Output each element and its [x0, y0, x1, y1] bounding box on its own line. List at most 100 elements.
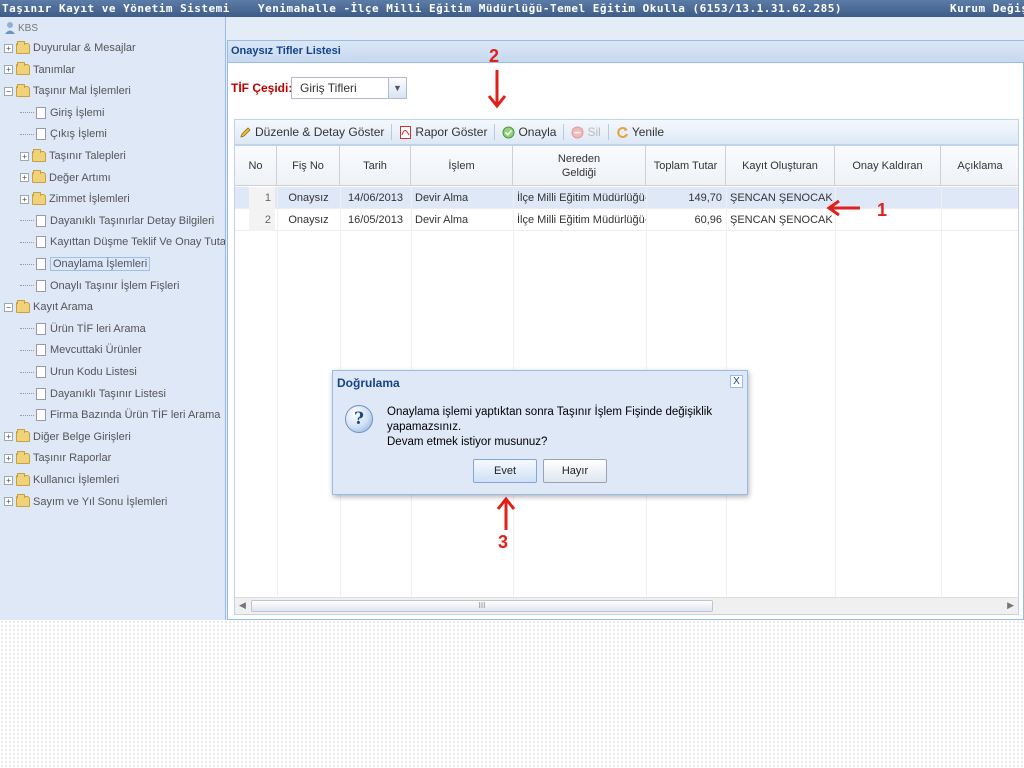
column-header[interactable]: Fiş No	[277, 146, 340, 186]
column-header[interactable]: No	[235, 146, 277, 186]
column-header[interactable]: Açıklama	[941, 146, 1018, 186]
no-button[interactable]: Hayır	[543, 459, 607, 483]
column-divider	[835, 186, 836, 598]
dialog-message-line1: Onaylama işlemi yaptıktan sonra Taşınır …	[387, 406, 713, 433]
institution-title: Yenimahalle -İlçe Milli Eğitim Müdürlüğü…	[258, 2, 843, 15]
sidebar-item[interactable]: Urun Kodu Listesi	[20, 362, 137, 382]
tree-line	[20, 220, 34, 222]
expand-icon[interactable]: +	[20, 194, 29, 204]
sidebar-item-label: Taşınır Raporlar	[33, 452, 112, 465]
expand-icon[interactable]: +	[20, 173, 29, 183]
scroll-thumb[interactable]: III	[251, 600, 713, 612]
sidebar-item[interactable]: Giriş İşlemi	[20, 103, 104, 123]
scroll-right-icon[interactable]: ▶	[1007, 600, 1014, 611]
document-icon	[36, 366, 46, 378]
sidebar-item[interactable]: + Sayım ve Yıl Sonu İşlemleri	[4, 492, 167, 512]
scroll-left-icon[interactable]: ◀	[239, 600, 246, 611]
refresh-label: Yenile	[631, 125, 665, 139]
table-cell-aciklama	[941, 209, 1018, 231]
sidebar-item[interactable]: Dayanıklı Taşınırlar Detay Bilgileri	[20, 211, 214, 231]
check-circle-icon	[502, 126, 515, 138]
folder-icon	[16, 472, 30, 486]
document-icon	[36, 214, 46, 227]
report-button[interactable]: Rapor Göster	[395, 121, 491, 143]
expand-icon[interactable]: +	[4, 432, 13, 442]
sidebar-item[interactable]: − Taşınır Mal İşlemleri	[4, 81, 131, 101]
sidebar-item[interactable]: Çıkış İşlemi	[20, 124, 107, 144]
sidebar-item[interactable]: Dayanıklı Taşınır Listesi	[20, 384, 166, 404]
refresh-button[interactable]: Yenile	[612, 121, 668, 143]
document-icon	[36, 236, 46, 249]
sidebar-item[interactable]: + Duyurular & Mesajlar	[4, 38, 136, 58]
close-icon[interactable]: X	[730, 375, 743, 388]
sidebar-item-label: Taşınır Mal İşlemleri	[33, 85, 131, 98]
expand-icon[interactable]: +	[20, 151, 29, 161]
sidebar-item-label: Sayım ve Yıl Sonu İşlemleri	[33, 495, 168, 508]
sidebar-item[interactable]: Ürün TİF leri Arama	[20, 319, 146, 339]
document-icon	[36, 322, 46, 335]
tif-type-select[interactable]: Giriş Tifleri ▼	[291, 77, 407, 99]
sidebar-item[interactable]: Onaylama İşlemleri	[20, 254, 151, 274]
sidebar-item-label: Onaylı Taşınır İşlem Fişleri	[50, 279, 180, 292]
document-icon	[36, 387, 46, 400]
table-cell-nereden: İlçe Milli Eğitim Müdürlüğü-	[517, 214, 646, 226]
folder-icon	[16, 299, 30, 313]
edit-detail-button[interactable]: Düzenle & Detay Göster	[235, 121, 388, 143]
table-cell-tarih: 16/05/2013	[347, 214, 404, 226]
confirmation-dialog: Doğrulama X ? Onaylama işlemi yaptıktan …	[332, 370, 748, 495]
collapse-icon[interactable]: −	[4, 302, 13, 312]
sidebar-item[interactable]: Kayıttan Düşme Teklif Ve Onay Tutanağı	[20, 232, 225, 252]
toolbar-separator	[494, 124, 496, 140]
approve-button[interactable]: Onayla	[498, 121, 560, 143]
sidebar-item[interactable]: + Değer Artımı	[20, 168, 111, 188]
change-institution-link[interactable]: Kurum Değişt	[950, 2, 1024, 15]
chevron-down-icon[interactable]: ▼	[388, 78, 406, 98]
sidebar-item[interactable]: + Taşınır Talepleri	[20, 146, 126, 166]
empty-slide-area	[0, 620, 1024, 768]
collapse-icon[interactable]: −	[4, 86, 13, 96]
table-row[interactable]: 2 Onaysız 16/05/2013 Devir Alma İlçe Milli E…	[235, 209, 1018, 231]
sidebar-item[interactable]: + Diğer Belge Girişleri	[4, 427, 131, 447]
sidebar-item-label: Kullanıcı İşlemleri	[33, 474, 120, 486]
pencil-icon	[240, 126, 251, 138]
tree-root[interactable]: KBS	[4, 20, 38, 36]
sidebar-item[interactable]: Mevcuttaki Ürünler	[20, 340, 142, 360]
tif-type-label: TİF Çeşidi:	[231, 81, 293, 95]
column-header[interactable]: Onay Kaldıran	[835, 146, 941, 186]
dialog-title: Doğrulama	[337, 376, 400, 390]
table-row[interactable]: 1 Onaysız 14/06/2013 Devir Alma İlçe Milli E…	[235, 187, 1018, 209]
sidebar-item[interactable]: Onaylı Taşınır İşlem Fişleri	[20, 276, 179, 296]
sidebar-item[interactable]: + Taşınır Raporlar	[4, 448, 111, 468]
expand-icon[interactable]: +	[4, 475, 13, 485]
column-header[interactable]: Nereden Geldiği	[513, 146, 646, 186]
delete-button[interactable]: Sil	[567, 121, 604, 143]
sidebar-item[interactable]: + Kullanıcı İşlemleri	[4, 470, 119, 490]
sidebar-item-label: Mevcuttaki Ürünler	[50, 344, 142, 357]
column-header[interactable]: Tarih	[340, 146, 411, 186]
dialog-message-line2: Devam etmek istiyor musunuz?	[387, 436, 548, 448]
table-cell-tarih: 14/06/2013	[347, 192, 404, 204]
sidebar-item[interactable]: + Tanımlar	[4, 60, 75, 80]
sidebar-item-label: Diğer Belge Girişleri	[33, 430, 131, 443]
tree-line	[20, 133, 34, 135]
sidebar-item[interactable]: Firma Bazında Ürün TİF leri Arama	[20, 405, 220, 425]
column-header[interactable]: Kayıt Oluşturan	[726, 146, 835, 186]
tree-line	[20, 285, 34, 287]
grid-header: No Fiş No Tarih İşlem Nereden Geldiği Toplam …	[235, 146, 1018, 186]
sidebar-item[interactable]: − Kayıt Arama	[4, 297, 93, 317]
column-header[interactable]: İşlem	[411, 146, 513, 186]
sidebar-item-label: Tanımlar	[33, 63, 76, 76]
expand-icon[interactable]: +	[4, 453, 13, 463]
sidebar-item-label: Taşınır Talepleri	[49, 150, 126, 162]
pdf-icon	[400, 125, 412, 139]
folder-icon	[32, 191, 46, 205]
expand-icon[interactable]: +	[4, 65, 13, 75]
expand-icon[interactable]: +	[4, 43, 13, 53]
expand-icon[interactable]: +	[4, 497, 13, 507]
document-icon	[36, 279, 46, 292]
report-label: Rapor Göster	[415, 125, 488, 139]
sidebar-item[interactable]: + Zimmet İşlemleri	[20, 189, 130, 209]
column-header[interactable]: Toplam Tutar	[646, 146, 726, 186]
horizontal-scrollbar[interactable]: ◀ III ▶	[235, 597, 1018, 614]
yes-button[interactable]: Evet	[473, 459, 537, 483]
